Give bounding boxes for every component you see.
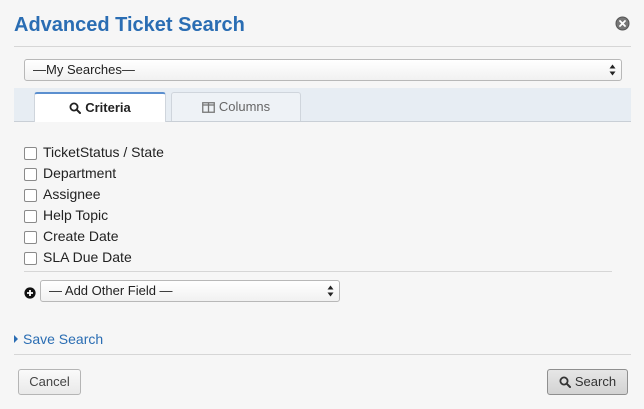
criteria-label: SLA Due Date [43,249,132,265]
criteria-checkbox[interactable] [24,210,37,223]
plus-circle-icon[interactable] [24,286,36,299]
save-search-label: Save Search [23,331,104,347]
add-other-field-value: — Add Other Field — [49,283,173,298]
search-button-label: Search [574,374,617,389]
add-other-field-select[interactable]: — Add Other Field — [40,280,340,302]
select-arrows-icon [327,285,334,297]
search-button[interactable]: Search [547,369,628,395]
my-searches-value: —My Searches— [33,62,135,77]
criteria-label: Create Date [43,228,119,244]
cancel-button-label: Cancel [29,374,70,389]
criteria-checkbox[interactable] [24,231,37,244]
criteria-checkbox[interactable] [24,252,37,265]
dialog-title: Advanced Ticket Search [14,14,245,36]
tab-bar: Criteria Columns [14,88,631,122]
title-divider [14,46,631,47]
advanced-search-dialog: Advanced Ticket Search —My Searches— Cri… [0,0,644,409]
footer-divider [14,354,631,355]
tab-criteria-label: Criteria [85,100,131,115]
columns-icon [201,102,215,113]
criteria-divider [24,271,612,272]
tab-columns[interactable]: Columns [171,92,301,121]
close-icon[interactable] [615,16,630,31]
cancel-button[interactable]: Cancel [18,369,81,395]
tab-criteria[interactable]: Criteria [34,92,166,122]
criteria-label: Help Topic [43,207,109,223]
criteria-checkbox[interactable] [24,189,37,202]
my-searches-select[interactable]: —My Searches— [24,59,622,81]
search-icon [559,376,571,388]
criteria-checkbox[interactable] [24,147,37,160]
save-search-toggle[interactable]: Save Search [14,331,103,347]
select-arrows-icon [609,64,616,76]
tab-columns-label: Columns [218,99,271,114]
criteria-checkbox[interactable] [24,168,37,181]
criteria-label: TicketStatus / State [43,144,164,160]
criteria-label: Assignee [43,186,101,202]
search-icon [69,102,82,114]
criteria-label: Department [43,165,117,181]
caret-right-icon [14,335,18,343]
